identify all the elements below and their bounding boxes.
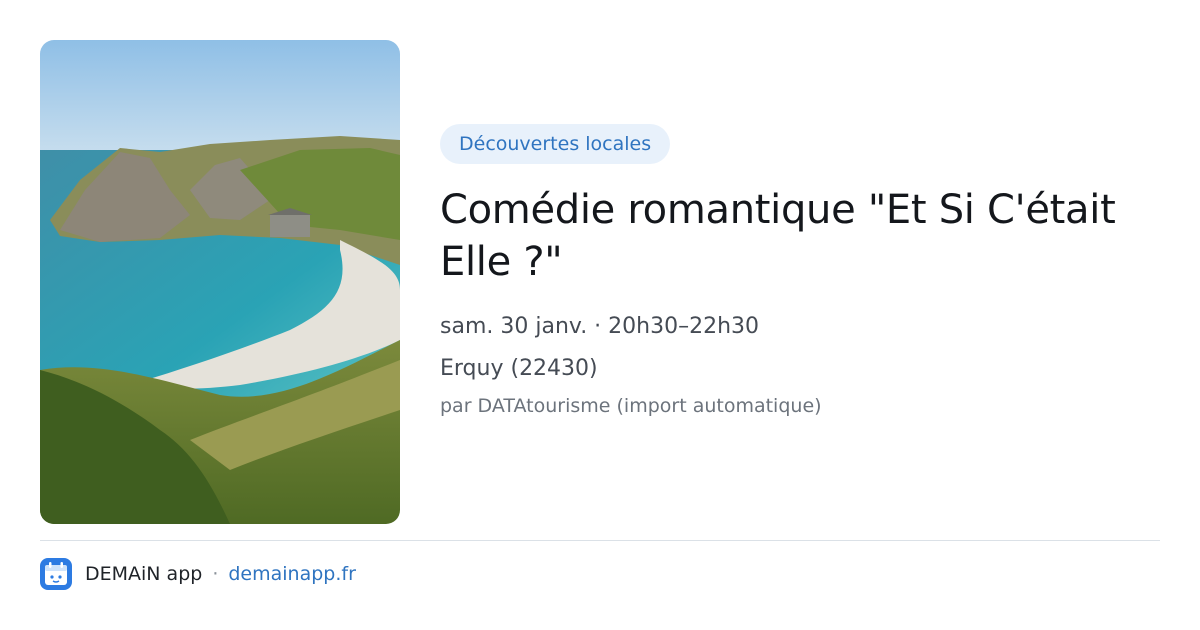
event-photo xyxy=(40,40,400,524)
calendar-cat-icon xyxy=(40,558,72,590)
domain-link[interactable]: demainapp.fr xyxy=(228,563,356,585)
footer-divider xyxy=(40,540,1160,541)
event-details: Découvertes locales Comédie romantique "… xyxy=(440,124,1160,417)
event-source: par DATAtourisme (import automatique) xyxy=(440,395,822,417)
event-datetime: sam. 30 janv. · 20h30–22h30 xyxy=(440,314,760,339)
footer: DEMAiN app · demainapp.fr xyxy=(40,558,356,590)
app-name: DEMAiN app xyxy=(85,563,203,585)
coastal-landscape-image xyxy=(40,40,400,524)
category-tag[interactable]: Découvertes locales xyxy=(440,124,671,164)
footer-separator: · xyxy=(212,563,219,585)
event-location: Erquy (22430) xyxy=(440,356,598,381)
event-title[interactable]: Comédie romantique "Et Si C'était Elle ?… xyxy=(440,184,1160,288)
